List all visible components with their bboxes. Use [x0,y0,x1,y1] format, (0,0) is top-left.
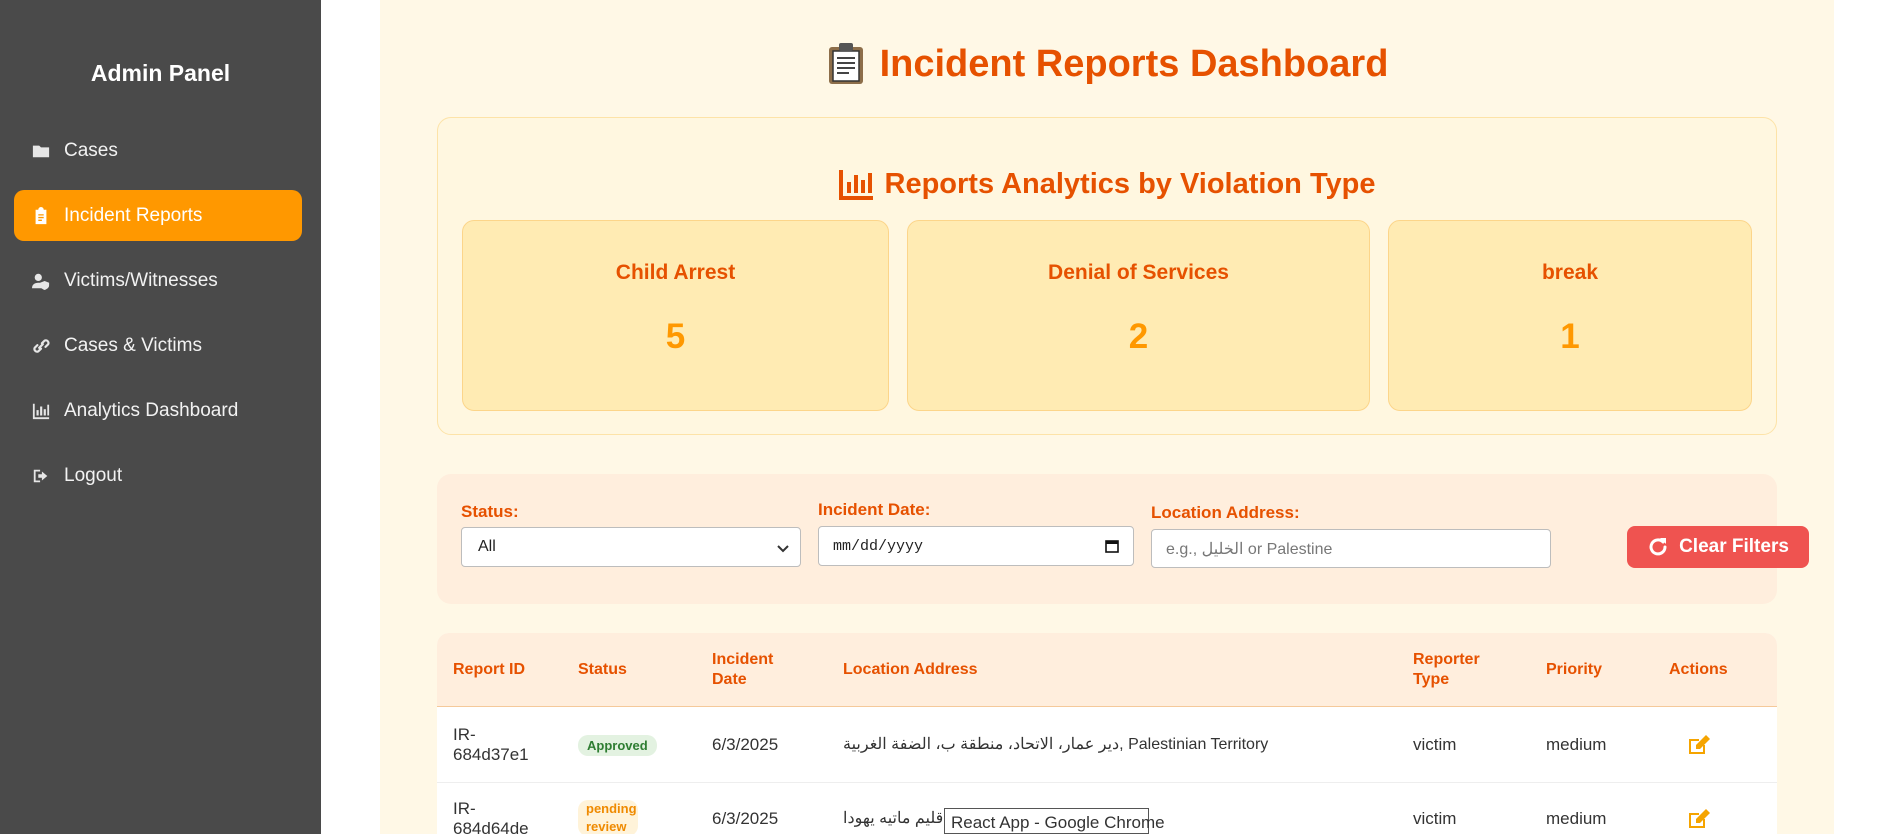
chevron-down-icon [777,545,789,553]
report-id: IR-684d64de [453,799,529,834]
reporter-type: victim [1413,735,1457,754]
filters-panel: Status: All Incident Date: mm/dd/yyyy Lo… [437,474,1809,604]
status-select[interactable]: All [461,527,801,567]
stat-value: 2 [1128,317,1149,356]
stat-value: 5 [665,317,686,356]
sidebar-item-label: Incident Reports [64,204,203,226]
sidebar-item-cases-victims[interactable]: Cases & Victims [14,320,302,371]
reports-table: Report ID Status Incident Date Location … [437,633,1777,834]
location-filter-label: Location Address: [1151,503,1300,522]
link-icon [32,337,50,355]
stat-label: Denial of Services [1048,261,1229,284]
sidebar-item-analytics-dashboard[interactable]: Analytics Dashboard [14,385,302,436]
user-shield-icon [32,272,50,290]
column-header: Actions [1669,661,1728,678]
sidebar-item-label: Logout [64,464,123,486]
table-header: Report ID Status Incident Date Location … [437,633,1777,707]
column-header: Priority [1546,661,1603,678]
location-input-placeholder: e.g., الخليل or Palestine [1166,540,1333,558]
column-header: Location Address [843,661,978,678]
edit-icon[interactable] [1687,808,1711,830]
main-content: Incident Reports Dashboard Reports Analy… [380,0,1834,834]
location-address-input[interactable]: e.g., الخليل or Palestine [1151,529,1551,568]
priority: medium [1546,809,1607,828]
sidebar-item-logout[interactable]: Logout [14,450,302,501]
sign-out-icon [32,467,50,485]
stat-card-denial-of-services: Denial of Services 2 [907,220,1370,411]
folder-icon [32,142,50,160]
sidebar-item-label: Victims/Witnesses [64,269,218,291]
incident-date-input[interactable]: mm/dd/yyyy [818,526,1134,566]
date-input-value: mm/dd/yyyy [833,537,924,555]
refresh-icon [1649,538,1667,556]
column-header: Status [578,661,627,678]
sidebar-item-cases[interactable]: Cases [14,125,302,176]
column-header: Report ID [453,661,525,678]
window-tooltip: React App - Google Chrome [944,808,1165,834]
column-header: Incident Date [712,651,774,688]
stat-card-child-arrest: Child Arrest 5 [462,220,889,411]
clipboard-emoji-icon [826,42,866,86]
priority: medium [1546,735,1607,754]
reporter-type: victim [1413,809,1457,828]
incident-date: 6/3/2025 [712,809,779,828]
report-id: IR-684d37e1 [453,725,529,764]
chart-bar-icon [838,169,873,200]
page-title-text: Incident Reports Dashboard [879,42,1389,85]
sidebar-item-label: Cases [64,139,118,161]
status-badge: Approved [578,735,657,756]
stat-label: break [1541,261,1599,284]
stat-card-break: break 1 [1388,220,1752,411]
sidebar-title: Admin Panel [90,60,231,86]
status-filter-label: Status: [461,502,519,521]
table-row: IR-684d37e1 Approved 6/3/2025 دير عمار، … [437,708,1777,783]
chart-bar-icon [32,402,50,420]
stat-label: Child Arrest [615,261,736,284]
sidebar: Admin Panel Cases Incident Reports Victi… [0,0,321,834]
page-title: Incident Reports Dashboard [380,42,1834,86]
sidebar-item-label: Cases & Victims [64,334,202,356]
sidebar-item-incident-reports[interactable]: Incident Reports [14,190,302,241]
sidebar-item-label: Analytics Dashboard [64,399,239,421]
analytics-title-text: Reports Analytics by Violation Type [884,168,1376,200]
edit-icon[interactable] [1687,734,1711,756]
column-header: Reporter Type [1413,651,1480,688]
clear-filters-label: Clear Filters [1679,536,1789,557]
clipboard-icon [32,206,50,225]
date-filter-label: Incident Date: [818,500,931,519]
analytics-title: Reports Analytics by Violation Type [438,168,1776,201]
location-address: دير عمار، الاتحاد، منطقة ب، الضفة الغربي… [843,736,1269,753]
sidebar-item-victims-witnesses[interactable]: Victims/Witnesses [14,255,302,306]
clear-filters-button[interactable]: Clear Filters [1627,526,1809,568]
incident-date: 6/3/2025 [712,735,779,754]
calendar-icon[interactable] [1105,539,1119,553]
analytics-panel: Reports Analytics by Violation Type Chil… [437,117,1777,435]
status-select-value: All [478,538,496,555]
status-badge: pending review [578,800,638,834]
stat-value: 1 [1560,317,1580,356]
